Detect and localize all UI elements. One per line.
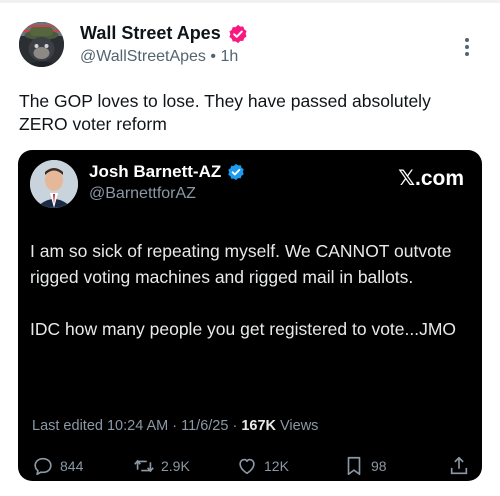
views-label: Views <box>280 418 319 434</box>
quoted-author-name-text[interactable]: Josh Barnett-AZ <box>89 162 221 182</box>
like-button[interactable]: 12K <box>236 455 289 477</box>
views-count: 167K <box>241 418 276 434</box>
more-vertical-icon[interactable] <box>459 37 475 57</box>
post-text: The GOP loves to lose. They have passed … <box>19 91 431 134</box>
reply-icon <box>34 457 52 476</box>
author-name-text[interactable]: Wall Street Apes <box>80 23 221 44</box>
author-handle[interactable]: @WallStreetApes <box>80 48 206 65</box>
top-divider <box>0 0 500 3</box>
quoted-paragraph: I am so sick of repeating myself. We CAN… <box>30 241 452 287</box>
author-meta: @WallStreetApes • 1h <box>80 48 238 66</box>
quoted-avatar[interactable] <box>30 160 78 208</box>
quoted-author-name[interactable]: Josh Barnett-AZ <box>89 162 245 182</box>
quoted-author-handle[interactable]: @BarnettforAZ <box>89 185 196 203</box>
share-button[interactable] <box>448 455 470 477</box>
reply-button[interactable]: 844 <box>32 455 83 477</box>
quoted-post-card[interactable]: Josh Barnett-AZ @BarnettforAZ 𝕏.com I am… <box>18 150 482 481</box>
person-avatar-image <box>30 160 78 208</box>
like-count: 12K <box>264 458 289 474</box>
edited-timestamp[interactable]: Last edited 10:24 AM · 11/6/25 · <box>32 418 237 434</box>
x-logo: 𝕏.com <box>398 167 464 190</box>
quoted-text: I am so sick of repeating myself. We CAN… <box>30 238 470 342</box>
repost-button[interactable]: 2.9K <box>133 455 190 477</box>
quoted-meta: Last edited 10:24 AM · 11/6/25 · 167K Vi… <box>32 418 318 434</box>
bookmark-count: 98 <box>371 458 387 474</box>
repost-icon <box>134 459 154 473</box>
repost-count: 2.9K <box>161 458 190 474</box>
meta-separator: • <box>210 48 216 65</box>
verified-badge-icon <box>228 163 244 181</box>
verified-badge-icon <box>229 24 247 43</box>
quoted-paragraph: IDC how many people you get registered t… <box>30 319 457 339</box>
share-icon <box>450 456 468 475</box>
post-time[interactable]: 1h <box>220 48 238 65</box>
author-name[interactable]: Wall Street Apes <box>80 23 248 44</box>
avatar[interactable] <box>19 22 64 67</box>
bookmark-icon <box>347 456 361 476</box>
reply-count: 844 <box>60 458 84 474</box>
heart-icon <box>239 458 255 475</box>
bookmark-button[interactable]: 98 <box>343 455 387 477</box>
ape-avatar-image <box>19 22 64 67</box>
